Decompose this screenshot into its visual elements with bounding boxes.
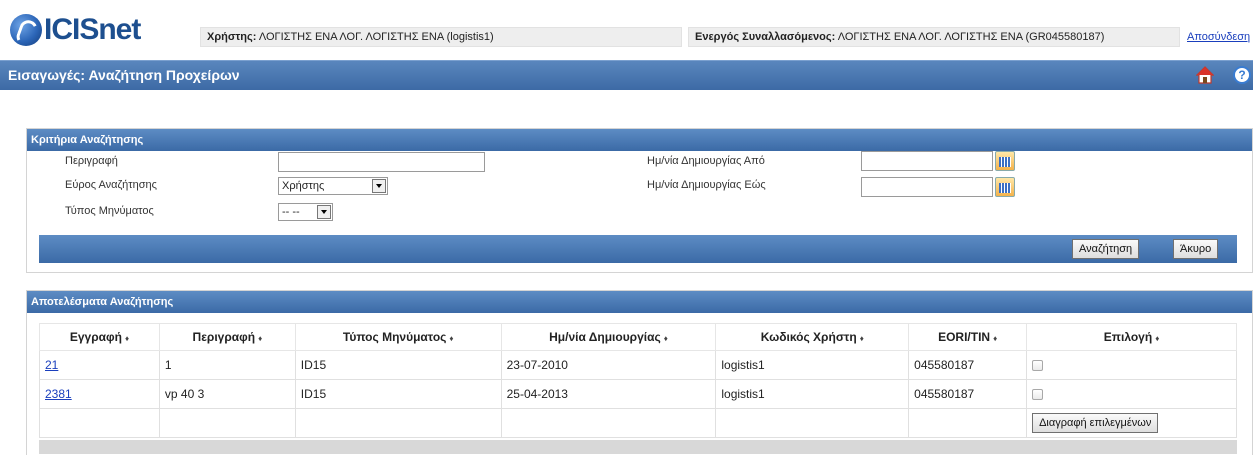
chevron-down-icon	[317, 205, 331, 219]
delete-selected-button[interactable]: Διαγραφή επιλεγμένων	[1032, 413, 1159, 433]
active-trader-box: Ενεργός Συναλλασόμενος: ΛΟΓΙΣΤΗΣ ΕΝΑ ΛΟΓ…	[688, 27, 1180, 47]
column-header-label: Περιγραφή	[192, 330, 256, 344]
description-input[interactable]	[278, 152, 485, 172]
criteria-heading: Κριτήρια Αναζήτησης	[27, 129, 1252, 151]
empty-cell	[294, 408, 502, 438]
sort-icon: ♦	[258, 334, 263, 343]
record-cell: 21	[39, 350, 160, 380]
message-type-label: Τύπος Μηνύματος	[65, 205, 154, 217]
column-header-eori[interactable]: EORI/TIN ♦	[908, 323, 1028, 351]
table-header-row: Εγγραφή ♦ Περιγραφή ♦ Τύπος Μηνύματος ♦ Ημ/…	[39, 323, 1237, 351]
results-table: Εγγραφή ♦ Περιγραφή ♦ Τύπος Μηνύματος ♦ Ημ/…	[39, 323, 1237, 438]
user-code-cell: logistis1	[715, 379, 910, 409]
empty-cell	[715, 408, 910, 438]
message-type-select-value: -- --	[282, 206, 300, 218]
trader-value: ΛΟΓΙΣΤΗΣ ΕΝΑ ΛΟΓ. ΛΟΓΙΣΤΗΣ ΕΝΑ (GR045580…	[837, 31, 1105, 43]
column-header-label: Επιλογή	[1103, 330, 1153, 344]
empty-cell	[500, 408, 717, 438]
selection-cell	[1026, 379, 1237, 409]
user-value: ΛΟΓΙΣΤΗΣ ΕΝΑ ΛΟΓ. ΛΟΓΙΣΤΗΣ ΕΝΑ (logistis…	[258, 31, 494, 43]
sort-icon: ♦	[993, 334, 998, 343]
logout-link[interactable]: Αποσύνδεση	[1187, 31, 1250, 43]
eori-cell: 045580187	[908, 379, 1028, 409]
column-header-record[interactable]: Εγγραφή ♦	[39, 323, 160, 351]
scope-select[interactable]: Χρήστης	[278, 177, 388, 195]
page-title: Εισαγωγές: Αναζήτηση Προχείρων	[8, 67, 240, 83]
description-cell: 1	[158, 350, 296, 380]
column-header-label: EORI/TIN	[938, 330, 991, 344]
date-from-label: Ημ/νία Δημιουργίας Από	[647, 155, 765, 167]
criteria-action-bar: Αναζήτηση Άκυρο	[39, 235, 1237, 263]
column-header-message-type[interactable]: Τύπος Μηνύματος ♦	[294, 323, 502, 351]
record-link[interactable]: 21	[45, 358, 58, 372]
table-footer-row: Διαγραφή επιλεγμένων	[39, 408, 1237, 438]
created-date-cell: 25-04-2013	[500, 379, 717, 409]
column-header-label: Ημ/νία Δημιουργίας	[549, 330, 661, 344]
record-link[interactable]: 2381	[45, 387, 72, 401]
message-type-cell: ID15	[294, 379, 502, 409]
help-icon[interactable]: ?	[1233, 66, 1251, 84]
date-to-input[interactable]	[861, 177, 993, 197]
search-criteria-panel: Κριτήρια Αναζήτησης Περιγραφή Εύρος Αναζ…	[26, 128, 1253, 273]
sort-icon: ♦	[663, 334, 668, 343]
search-results-panel: Αποτελέσματα Αναζήτησης Εγγραφή ♦ Περιγρα…	[26, 290, 1253, 455]
logo-globe-icon	[10, 14, 42, 46]
table-row: 2381 vp 40 3 ID15 25-04-2013 logistis1 0…	[39, 379, 1237, 409]
column-header-selection[interactable]: Επιλογή ♦	[1026, 323, 1237, 351]
sort-icon: ♦	[124, 334, 130, 343]
column-header-user-code[interactable]: Κωδικός Χρήστη ♦	[715, 323, 910, 351]
logo-text: ICISnet	[44, 13, 141, 46]
results-heading: Αποτελέσματα Αναζήτησης	[27, 291, 1252, 313]
column-header-label: Τύπος Μηνύματος	[342, 330, 447, 344]
user-code-cell: logistis1	[715, 350, 910, 380]
search-button[interactable]: Αναζήτηση	[1072, 239, 1140, 259]
date-from-input[interactable]	[861, 151, 993, 171]
sort-icon: ♦	[1155, 334, 1160, 343]
icisnet-logo: ICISnet	[10, 12, 141, 48]
empty-cell	[158, 408, 296, 438]
column-header-description[interactable]: Περιγραφή ♦	[158, 323, 296, 351]
selection-cell	[1026, 350, 1237, 380]
scope-label: Εύρος Αναζήτησης	[65, 179, 157, 191]
calendar-icon[interactable]	[995, 151, 1015, 171]
description-label: Περιγραφή	[65, 155, 118, 167]
current-user-box: Χρήστης: ΛΟΓΙΣΤΗΣ ΕΝΑ ΛΟΓ. ΛΟΓΙΣΤΗΣ ΕΝΑ …	[200, 27, 682, 47]
scope-select-value: Χρήστης	[282, 180, 325, 192]
trader-label: Ενεργός Συναλλασόμενος:	[695, 31, 836, 43]
column-header-label: Εγγραφή	[69, 330, 122, 344]
date-to-label: Ημ/νία Δημιουργίας Εώς	[647, 179, 766, 191]
message-type-cell: ID15	[294, 350, 502, 380]
message-type-select[interactable]: -- --	[278, 203, 333, 221]
column-header-label: Κωδικός Χρήστη	[760, 330, 857, 344]
column-header-created-date[interactable]: Ημ/νία Δημιουργίας ♦	[500, 323, 717, 351]
select-checkbox[interactable]	[1032, 389, 1044, 401]
cancel-button[interactable]: Άκυρο	[1173, 239, 1219, 259]
created-date-cell: 23-07-2010	[500, 350, 717, 380]
calendar-icon[interactable]	[995, 177, 1015, 197]
empty-cell	[39, 408, 160, 438]
select-checkbox[interactable]	[1032, 360, 1044, 372]
home-icon[interactable]	[1196, 66, 1214, 84]
description-cell: vp 40 3	[158, 379, 296, 409]
sort-icon: ♦	[859, 334, 864, 343]
user-label: Χρήστης:	[207, 31, 257, 43]
sort-icon: ♦	[449, 334, 454, 343]
delete-cell: Διαγραφή επιλεγμένων	[1026, 408, 1237, 438]
empty-cell	[908, 408, 1028, 438]
page-title-bar: Εισαγωγές: Αναζήτηση Προχείρων ?	[0, 60, 1253, 90]
record-cell: 2381	[39, 379, 160, 409]
table-row: 21 1 ID15 23-07-2010 logistis1 045580187	[39, 350, 1237, 380]
chevron-down-icon	[372, 179, 386, 193]
table-footer-bar	[39, 440, 1237, 454]
top-header: ICISnet Χρήστης: ΛΟΓΙΣΤΗΣ ΕΝΑ ΛΟΓ. ΛΟΓΙΣ…	[0, 0, 1253, 56]
eori-cell: 045580187	[908, 350, 1028, 380]
